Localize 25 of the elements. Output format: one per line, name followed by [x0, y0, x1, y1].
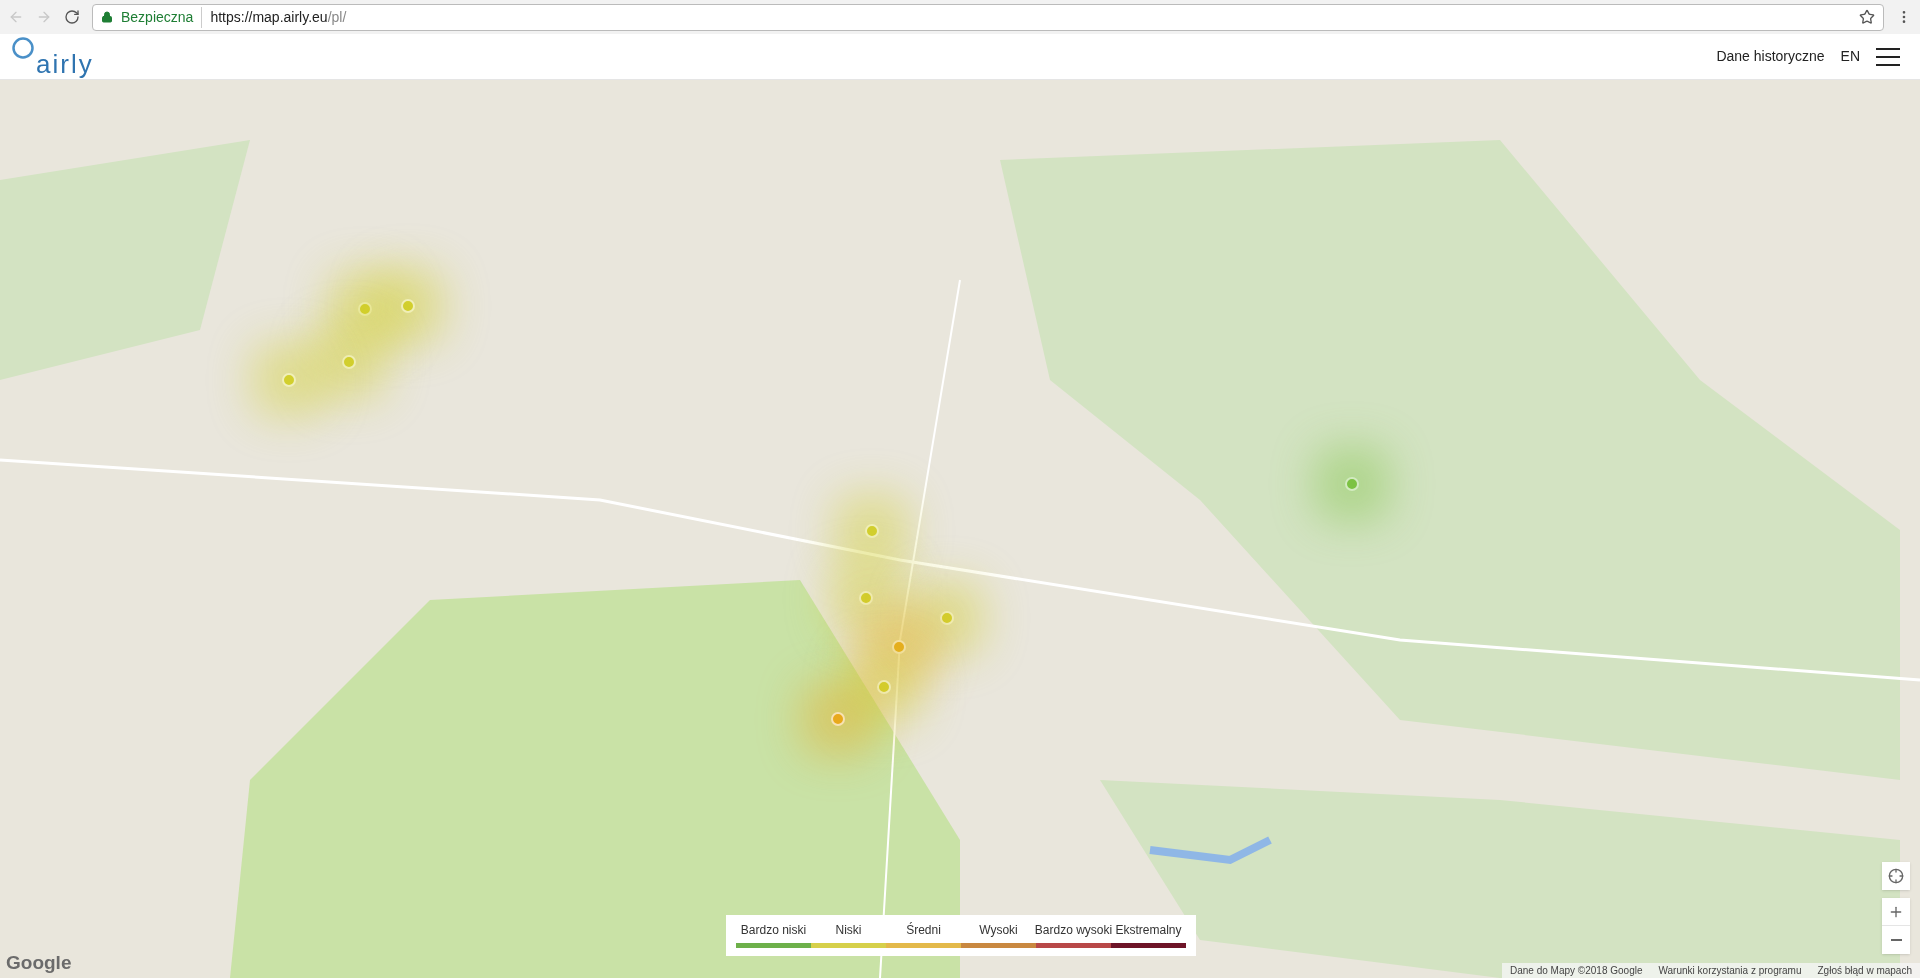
reload-icon[interactable]	[64, 9, 80, 25]
security-label: Bezpieczna	[121, 6, 203, 28]
my-location-button[interactable]	[1882, 862, 1910, 890]
logo-text[interactable]: airly	[36, 50, 94, 77]
legend-label: Ekstremalny	[1115, 922, 1182, 939]
address-bar[interactable]: Bezpieczna https://map.airly.eu/pl/	[92, 3, 1884, 31]
header-link[interactable]: Dane historyczne	[1716, 46, 1825, 67]
attribution-link[interactable]: Zgłoś błąd w mapach	[1809, 963, 1920, 978]
attribution-link: Dane do Mapy ©2018 Google	[1509, 964, 1644, 978]
location-icon	[1888, 868, 1904, 884]
bookmark-star-icon[interactable]	[1859, 9, 1875, 25]
url-text: https://map.airly.eu/pl/	[210, 7, 347, 27]
header-link[interactable]: EN	[1840, 46, 1860, 67]
attribution-link[interactable]: Warunki korzystania z programu	[1650, 963, 1810, 978]
forward-icon[interactable]	[36, 9, 52, 25]
legend-label: Niski	[835, 922, 862, 939]
legend-label: Bardzo wysoki	[1034, 922, 1113, 939]
back-icon[interactable]	[8, 9, 24, 25]
minus-icon	[1890, 939, 1902, 941]
legend-label: Średni	[906, 921, 941, 939]
google-logo: Google	[6, 950, 72, 975]
menu-icon[interactable]	[1876, 47, 1900, 66]
legend-label: Bardzo niski	[740, 922, 807, 939]
logo-circle-icon	[12, 36, 34, 59]
legend-label: Wysoki	[979, 922, 1018, 939]
